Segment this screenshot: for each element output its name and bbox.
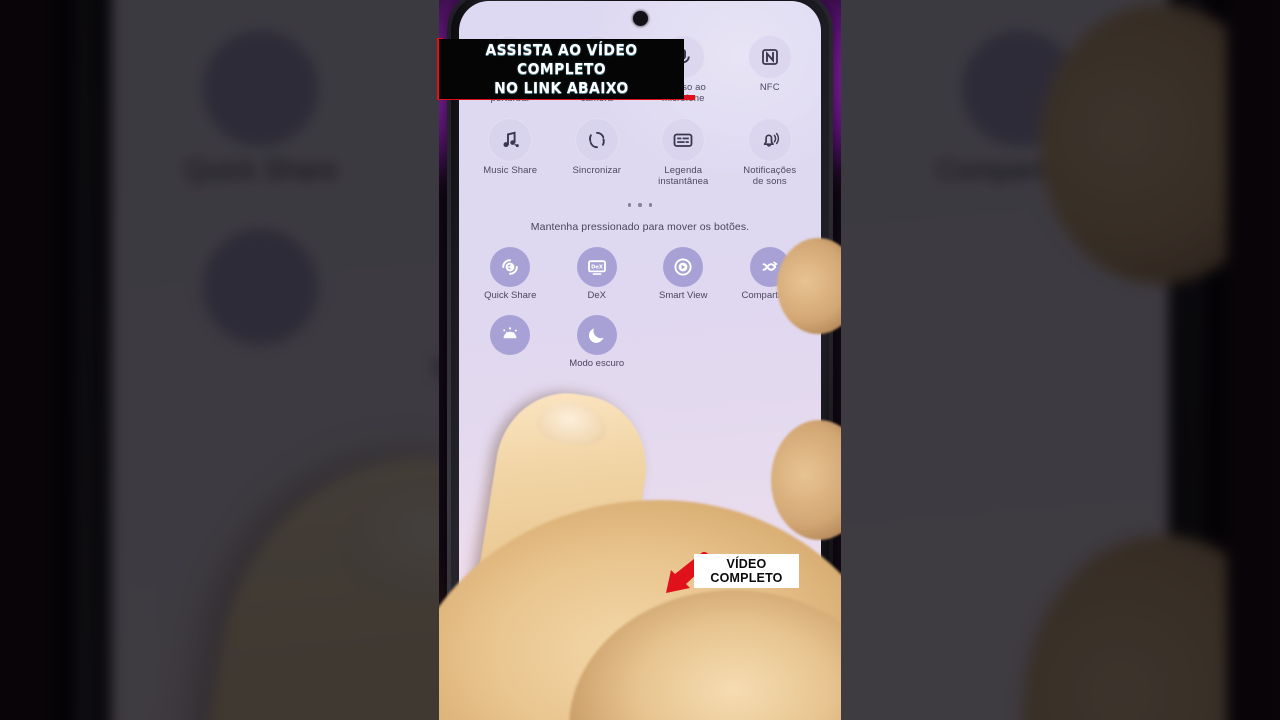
tile-sync[interactable]: Sincronizar (554, 118, 641, 187)
tile-label: Notificações de sons (743, 165, 797, 187)
tile-music-share[interactable]: Music Share (467, 118, 554, 187)
reorder-hint-text: Mantenha pressionado para mover os botõe… (530, 220, 750, 233)
phone-photo: Nãoperturbar Acesso àcâmera (439, 0, 841, 720)
quick-share-icon (490, 246, 531, 287)
cta-badge[interactable]: VÍDEO COMPLETO (694, 554, 799, 588)
tile-label: NFC (759, 82, 780, 93)
svg-text:DeX: DeX (591, 264, 603, 270)
tile-label: Modo escuro (569, 358, 625, 369)
tile-dark-mode[interactable]: Modo escuro (554, 315, 641, 370)
screenshot-stage: Não perturbar Acesso à câmera Acesso ao … (0, 0, 1280, 720)
night-brightness-icon (490, 315, 531, 355)
live-caption-icon (661, 118, 706, 162)
tile-quick-share[interactable]: Quick Share (467, 246, 554, 302)
tile-label: Legenda instantânea (658, 165, 709, 187)
tile-live-caption[interactable]: Legenda instantânea (640, 118, 727, 187)
tile-smart-view[interactable]: Smart View (640, 246, 727, 302)
fingernail (533, 396, 610, 451)
tile-empty (640, 315, 727, 370)
tile-label: Music Share (483, 165, 538, 176)
banner-line-2: NO LINK ABAIXO (494, 78, 629, 97)
bottom-row: Modo escuro (467, 315, 813, 370)
tile-label: Quick Share (484, 289, 537, 301)
smart-view-icon (663, 246, 704, 287)
sync-icon (574, 118, 619, 162)
cta-line-1: VÍDEO (726, 557, 767, 571)
tile-label: Smart View (659, 289, 708, 301)
tile-label: Sincronizar (572, 165, 622, 176)
music-share-icon (488, 118, 533, 162)
tile-sound-notifications[interactable]: Notificações de sons (727, 118, 814, 187)
banner-line-1: ASSISTA AO VÍDEO COMPLETO (485, 40, 638, 78)
dark-mode-icon (576, 315, 617, 355)
dex-icon: DeX (576, 246, 617, 287)
page-dot (638, 203, 642, 207)
page-indicator[interactable] (467, 203, 813, 207)
sound-notifications-icon (747, 118, 792, 162)
front-camera-punchhole (633, 11, 648, 26)
tile-label: DeX (587, 289, 606, 301)
tile-nfc[interactable]: NFC (727, 35, 814, 104)
page-dot (648, 203, 653, 207)
page-dot (627, 203, 632, 207)
tile-night-brightness[interactable] (467, 315, 554, 370)
top-promo-banner: ASSISTA AO VÍDEO COMPLETO NO LINK ABAIXO (440, 40, 683, 98)
nfc-icon (747, 35, 792, 79)
tile-dex[interactable]: DeX DeX (554, 246, 641, 302)
quick-settings-row-2: Music Share Sincronizar Legenda instantâ… (467, 118, 813, 187)
cta-line-2: COMPLETO (710, 571, 783, 585)
share-row: Quick Share DeX DeX Smart View Compartil… (467, 246, 813, 302)
